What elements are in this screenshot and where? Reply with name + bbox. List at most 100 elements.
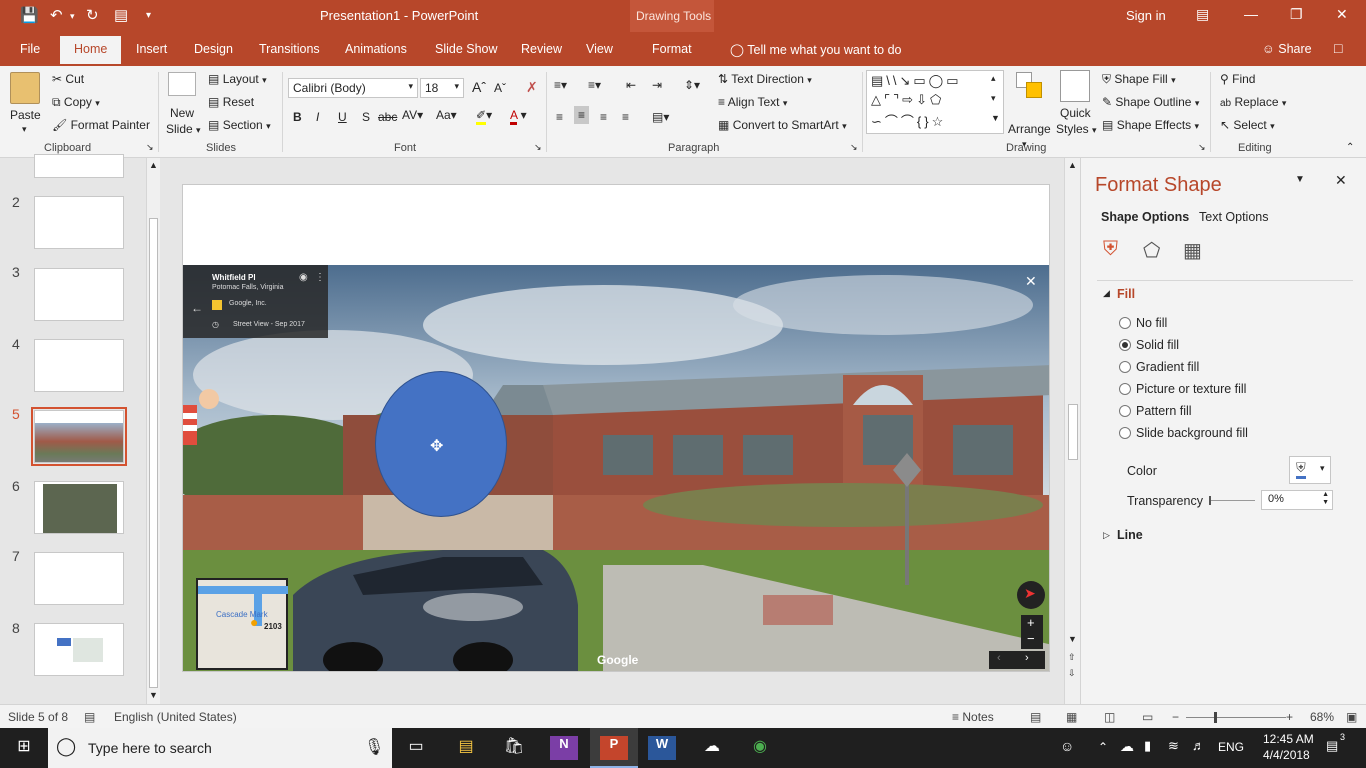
text-shadow-button[interactable]: S	[362, 110, 370, 124]
replace-button[interactable]: ab Replace ▾	[1220, 95, 1286, 109]
prev-image-icon[interactable]: ‹	[997, 652, 1001, 664]
new-slide-icon[interactable]	[168, 72, 196, 96]
fit-to-window-icon[interactable]: ▣	[1346, 710, 1357, 724]
highlight-icon[interactable]: ✐▾	[476, 108, 492, 125]
customize-qat-icon[interactable]: ▾	[146, 10, 151, 21]
slide-sorter-icon[interactable]: ▦	[1066, 710, 1077, 724]
align-left-icon[interactable]: ≡	[556, 110, 563, 124]
tab-file[interactable]: File	[20, 42, 40, 56]
new-slide-dropdown[interactable]: Slide ▾	[166, 122, 201, 136]
next-image-icon[interactable]: ›	[1025, 652, 1029, 664]
gradient-fill-label[interactable]: Gradient fill	[1136, 360, 1199, 374]
quick-styles-dropdown[interactable]: Styles ▾	[1056, 122, 1097, 136]
transparency-input[interactable]: 0% ▲ ▼	[1261, 490, 1333, 510]
onedrive-icon[interactable]: ☁	[698, 736, 726, 760]
windows-start-icon[interactable]: ⊞	[10, 736, 38, 760]
slide-show-icon[interactable]: ▭	[1142, 710, 1153, 724]
convert-smartart-button[interactable]: ▦ Convert to SmartArt ▾	[718, 118, 847, 132]
word-icon[interactable]: W	[648, 736, 676, 760]
reading-view-icon[interactable]: ◫	[1104, 710, 1115, 724]
paragraph-launcher-icon[interactable]: ↘	[850, 142, 858, 153]
bullets-icon[interactable]: ≡▾	[554, 78, 567, 92]
zoom-level[interactable]: 68%	[1310, 710, 1334, 724]
share-button[interactable]: ☺ Share	[1262, 42, 1312, 56]
zoom-in-icon[interactable]: +	[1027, 615, 1035, 630]
microphone-icon[interactable]: 🎙	[364, 737, 384, 757]
zoom-slider[interactable]	[1186, 712, 1286, 723]
pattern-fill-label[interactable]: Pattern fill	[1136, 404, 1192, 418]
shape-row-3-icons[interactable]: ∽⌒⌒{}☆	[871, 111, 946, 130]
pin-icon[interactable]: ◉	[299, 272, 308, 283]
gradient-fill-radio[interactable]	[1119, 361, 1131, 373]
scroll-down-icon[interactable]: ▼	[149, 690, 158, 700]
shrink-font-icon[interactable]: Aˇ	[494, 81, 506, 95]
grow-font-icon[interactable]: Aˆ	[472, 79, 486, 95]
redo-icon[interactable]: ↻	[86, 6, 99, 24]
close-street-view-icon[interactable]: ✕	[1025, 273, 1037, 290]
size-properties-icon[interactable]: ▦	[1183, 238, 1202, 263]
solid-fill-label[interactable]: Solid fill	[1136, 338, 1179, 352]
undo-dropdown-icon[interactable]: ▾	[70, 11, 75, 22]
format-painter-button[interactable]: 🖌 Format Painter	[52, 118, 150, 132]
font-color-icon[interactable]: A ▾	[510, 108, 527, 125]
taskbar-search-box[interactable]: ◯ Type here to search 🎙	[48, 728, 392, 768]
shape-row-2-icons[interactable]: △⌜⌝⇨⇩⬠	[871, 92, 944, 108]
slide-thumbnail-3[interactable]	[34, 268, 124, 321]
transparency-slider[interactable]	[1209, 496, 1255, 505]
bold-button[interactable]: B	[293, 110, 302, 124]
layout-button[interactable]: ▤ Layout ▾	[208, 72, 267, 86]
back-arrow-icon[interactable]: ←	[191, 301, 203, 315]
tab-transitions[interactable]: Transitions	[259, 42, 320, 56]
copy-button[interactable]: ⧉ Copy ▾	[52, 95, 100, 110]
slide-background-fill-label[interactable]: Slide background fill	[1136, 426, 1248, 440]
color-picker-button[interactable]: ⛨ ▾	[1289, 456, 1331, 484]
people-icon[interactable]: ☺	[1060, 738, 1074, 754]
powerpoint-icon[interactable]: P	[600, 736, 628, 760]
spelling-icon[interactable]: ▤	[84, 710, 95, 724]
selected-oval-shape[interactable]: ✥	[375, 371, 507, 517]
underline-button[interactable]: U	[338, 110, 347, 124]
chrome-icon[interactable]: ◉	[746, 736, 774, 760]
canvas-scrollbar[interactable]: ▲ ▼ ⇧ ⇩	[1064, 158, 1080, 704]
compass-icon[interactable]: ➤	[1017, 581, 1045, 609]
zoom-out-icon[interactable]: −	[1172, 710, 1179, 724]
new-slide-button[interactable]: New	[170, 106, 194, 120]
action-center-icon[interactable]: ▤	[1326, 738, 1338, 754]
wifi-icon[interactable]: ≋	[1168, 738, 1179, 754]
strikethrough-button[interactable]: abc	[378, 110, 397, 124]
undo-icon[interactable]: ↶	[50, 6, 63, 24]
change-case-icon[interactable]: Aa▾	[436, 108, 457, 122]
shape-effects-button[interactable]: ▤ Shape Effects ▾	[1102, 118, 1199, 132]
scroll-down-icon[interactable]: ▼	[1068, 634, 1077, 644]
input-language[interactable]: ENG	[1218, 740, 1244, 754]
slider-thumb[interactable]	[1209, 496, 1211, 505]
decrease-indent-icon[interactable]: ⇤	[626, 78, 636, 92]
save-icon[interactable]: 💾	[20, 6, 39, 24]
reset-button[interactable]: ▤ Reset	[208, 95, 254, 109]
no-fill-label[interactable]: No fill	[1136, 316, 1167, 330]
solid-fill-radio[interactable]	[1119, 339, 1131, 351]
scroll-up-icon[interactable]: ▲	[1068, 160, 1077, 170]
more-icon[interactable]: ⋮	[315, 272, 325, 283]
clock-time[interactable]: 12:45 AM	[1263, 732, 1314, 746]
align-center-icon[interactable]: ≡	[574, 106, 590, 124]
onenote-icon[interactable]: N	[550, 736, 578, 760]
previous-slide-icon[interactable]: ⇧	[1068, 652, 1076, 663]
pane-options-dropdown-icon[interactable]: ▼	[1295, 174, 1305, 185]
font-size-combo[interactable]: 18 ▾	[420, 78, 464, 98]
justify-icon[interactable]: ≡	[622, 110, 629, 124]
paste-dropdown-icon[interactable]: ▾	[22, 124, 27, 135]
zoom-out-icon[interactable]: −	[1027, 631, 1035, 646]
shape-outline-button[interactable]: ✎ Shape Outline ▾	[1102, 95, 1199, 109]
italic-button[interactable]: I	[316, 110, 319, 124]
comments-icon[interactable]: □	[1334, 40, 1342, 56]
paste-button[interactable]: Paste	[10, 108, 41, 122]
tab-animations[interactable]: Animations	[345, 42, 407, 56]
line-spacing-icon[interactable]: ⇕▾	[684, 78, 700, 92]
minimize-icon[interactable]: —	[1244, 6, 1258, 22]
tell-me-box[interactable]: ◯ Tell me what you want to do	[730, 42, 902, 57]
align-text-button[interactable]: ≡ Align Text ▾	[718, 95, 787, 109]
volume-icon[interactable]: ♬	[1192, 738, 1205, 753]
gallery-scroll-up-icon[interactable]: ▴	[991, 73, 996, 84]
gallery-more-icon[interactable]: ▼	[991, 113, 1000, 123]
